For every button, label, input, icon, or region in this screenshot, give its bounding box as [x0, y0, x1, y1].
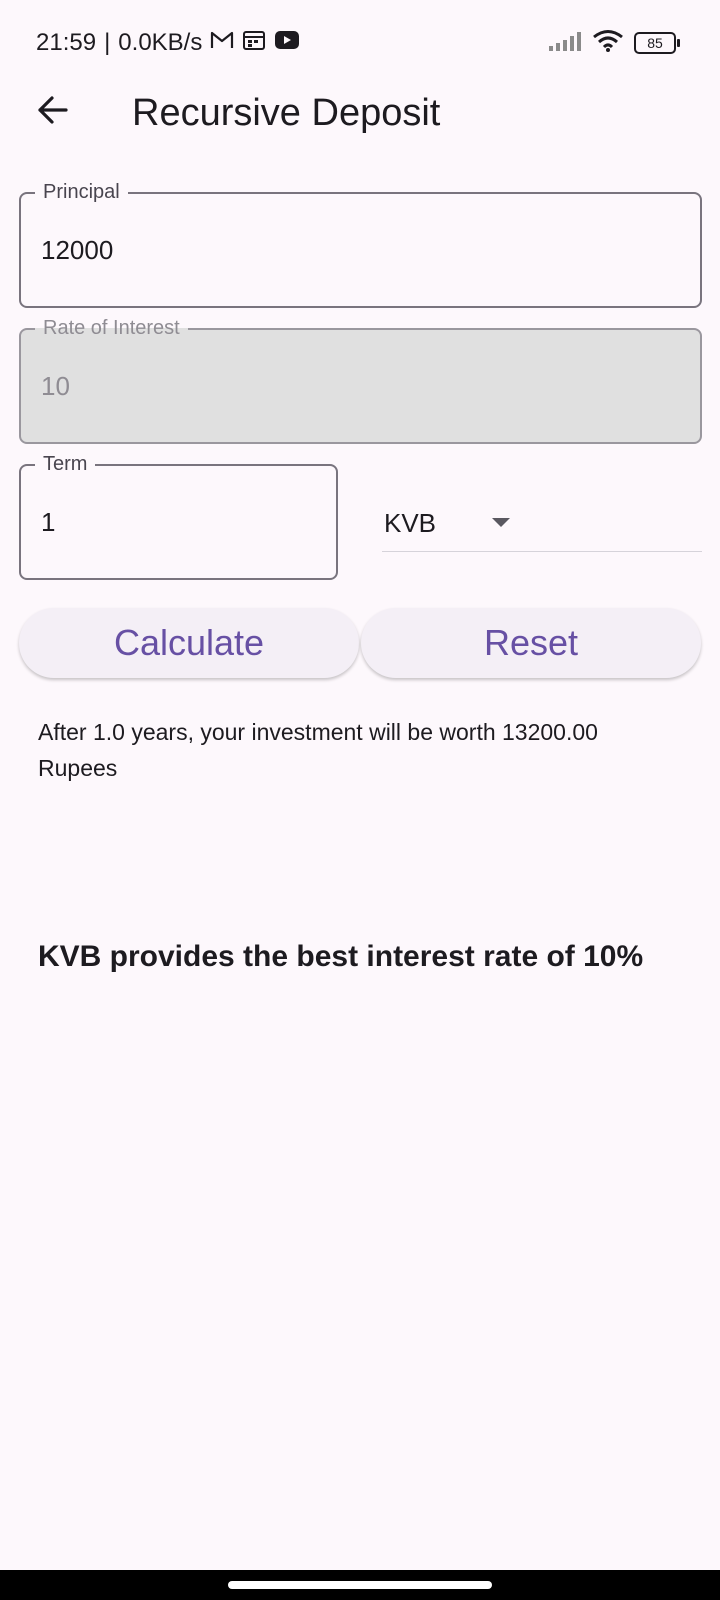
home-indicator[interactable] — [228, 1581, 492, 1589]
rate-of-interest-value: 10 — [41, 370, 70, 401]
status-bar-left: 21:59 | 0.0KB/s — [36, 28, 300, 58]
term-input-value[interactable]: 1 — [41, 466, 55, 578]
best-rate-text: KVB provides the best interest rate of 1… — [38, 940, 644, 973]
term-field[interactable]: Term 1 — [19, 452, 338, 580]
status-separator: | — [104, 29, 111, 56]
signal-icon — [548, 30, 582, 57]
gmail-icon — [210, 29, 234, 57]
principal-field[interactable]: Principal 12000 — [19, 180, 702, 308]
page-title: Recursive Deposit — [132, 92, 441, 134]
dropdown-arrow-icon — [492, 518, 510, 527]
result-text: After 1.0 years, your investment will be… — [38, 719, 598, 781]
bank-dropdown-value: KVB — [384, 508, 437, 538]
bank-dropdown[interactable]: KVB — [382, 490, 702, 552]
youtube-icon — [274, 29, 300, 57]
calendar-icon — [242, 29, 266, 58]
back-button[interactable] — [28, 84, 76, 140]
wifi-icon — [592, 29, 624, 58]
calculate-button[interactable]: Calculate — [19, 608, 359, 678]
arrow-back-icon — [36, 95, 68, 130]
navigation-bar — [0, 1570, 720, 1600]
status-bar: 21:59 | 0.0KB/s 85 — [0, 0, 720, 84]
reset-button[interactable]: Reset — [361, 608, 701, 678]
status-bar-right: 85 — [548, 28, 680, 58]
principal-input-value[interactable]: 12000 — [41, 194, 113, 306]
app-bar: Recursive Deposit — [0, 84, 720, 140]
status-time: 21:59 — [36, 29, 97, 56]
network-speed: 0.0KB/s — [118, 29, 203, 56]
rate-of-interest-field: Rate of Interest 10 — [19, 316, 702, 444]
battery-icon: 85 — [634, 32, 680, 54]
